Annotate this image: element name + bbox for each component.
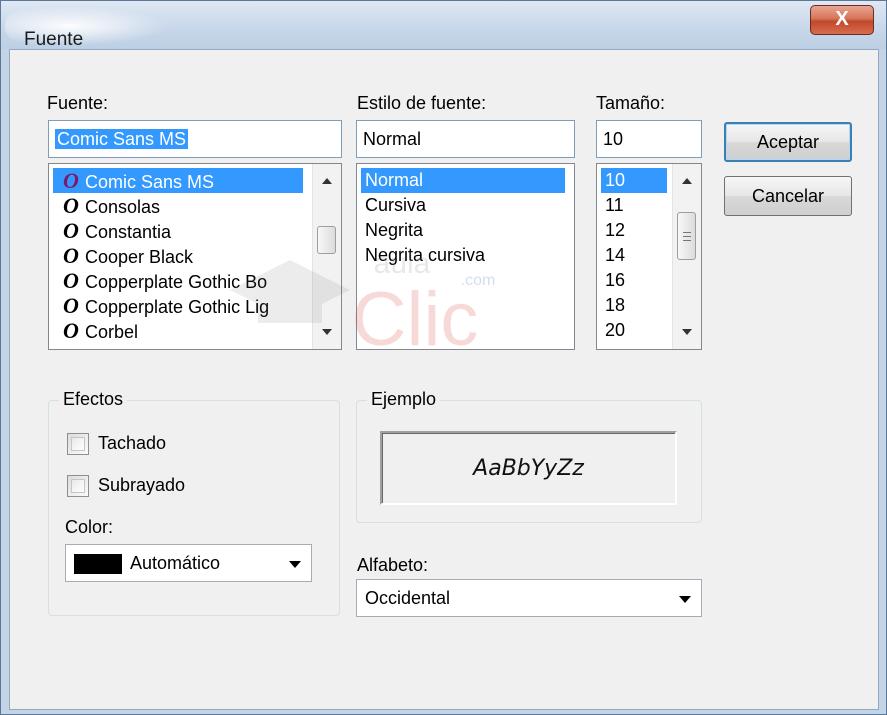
font-list-item[interactable]: O Comic Sans MS: [53, 168, 303, 193]
size-input[interactable]: 10: [596, 120, 702, 158]
dropdown-arrow-icon: [679, 596, 691, 603]
font-list-item[interactable]: O Constantia: [53, 218, 303, 243]
style-input[interactable]: Normal: [356, 120, 575, 158]
dialog-title: Fuente: [24, 29, 84, 50]
size-list-item[interactable]: 12: [601, 218, 667, 243]
size-label: Tamaño:: [596, 93, 666, 113]
color-label: Color:: [65, 517, 114, 537]
opentype-font-icon: O: [63, 243, 79, 268]
font-name-value: Comic Sans MS: [55, 129, 189, 149]
script-label: Alfabeto:: [357, 555, 429, 575]
font-list-item[interactable]: O Copperplate Gothic Bo: [53, 268, 303, 293]
color-select[interactable]: Automático: [65, 544, 312, 582]
font-list-item-label: Consolas: [85, 197, 161, 217]
font-list-item-label: Constantia: [85, 222, 172, 242]
ok-button[interactable]: Aceptar: [724, 122, 852, 162]
script-select[interactable]: Occidental: [356, 579, 702, 617]
effects-legend: Efectos: [59, 389, 128, 410]
size-list-item[interactable]: 20: [601, 318, 667, 343]
font-label: Fuente:: [47, 93, 109, 113]
style-list[interactable]: Normal Cursiva Negrita Negrita cursiva: [356, 163, 575, 350]
font-list-item-label: Copperplate Gothic Bo: [85, 272, 268, 292]
style-list-item[interactable]: Cursiva: [361, 193, 565, 218]
style-list-item[interactable]: Negrita cursiva: [361, 243, 565, 268]
size-list-item[interactable]: 16: [601, 268, 667, 293]
size-list-item[interactable]: 10: [601, 168, 667, 193]
style-list-item[interactable]: Negrita: [361, 218, 565, 243]
font-name-input[interactable]: Comic Sans MS: [48, 120, 342, 158]
title-bar[interactable]: Fuente X: [1, 1, 886, 50]
opentype-font-icon: O: [63, 268, 79, 293]
font-dialog: Fuente X Fuente: Comic Sans MS O Comic Sa…: [0, 0, 887, 715]
strikethrough-label[interactable]: Tachado: [98, 433, 166, 454]
size-list-scrollbar[interactable]: [672, 164, 701, 349]
dropdown-arrow-icon: [289, 561, 301, 568]
thumb-grip: [683, 232, 691, 233]
sample-group: Ejemplo AaBbYyZz: [356, 389, 702, 523]
font-list-item-label: Copperplate Gothic Lig: [85, 297, 270, 317]
style-label: Estilo de fuente:: [357, 93, 487, 113]
font-list-item-label: Cooper Black: [85, 247, 194, 267]
underline-checkbox[interactable]: [67, 475, 89, 497]
thumb-grip: [683, 240, 691, 241]
effects-group: Efectos Tachado Subrayado Color: Automát…: [48, 389, 340, 616]
thumb-grip: [683, 236, 691, 237]
font-list-item-label: Corbel: [85, 322, 139, 342]
size-list[interactable]: 10 11 12 14 16 18 20: [596, 163, 702, 350]
opentype-font-icon: O: [63, 168, 79, 193]
opentype-font-icon: O: [63, 218, 79, 243]
font-list[interactable]: O Comic Sans MS O Consolas O Constantia O Co…: [48, 163, 342, 350]
color-select-value: Automático: [130, 553, 221, 573]
cancel-button[interactable]: Cancelar: [724, 176, 852, 216]
size-list-item[interactable]: 18: [601, 293, 667, 318]
scroll-up-arrow-icon[interactable]: [322, 178, 332, 184]
scroll-up-arrow-icon[interactable]: [682, 178, 692, 184]
size-list-item[interactable]: 14: [601, 243, 667, 268]
font-list-item[interactable]: O Consolas: [53, 193, 303, 218]
font-list-item[interactable]: O Cooper Black: [53, 243, 303, 268]
sample-preview: AaBbYyZz: [380, 431, 677, 505]
color-swatch: [74, 554, 122, 574]
scrollbar-thumb[interactable]: [677, 212, 696, 260]
scroll-down-arrow-icon[interactable]: [322, 329, 332, 335]
strikethrough-checkbox[interactable]: [67, 433, 89, 455]
sample-text: AaBbYyZz: [473, 456, 584, 481]
dialog-content: Fuente: Comic Sans MS O Comic Sans MS O Co…: [9, 49, 879, 710]
opentype-font-icon: O: [63, 193, 79, 218]
opentype-font-icon: O: [63, 318, 79, 343]
font-list-item[interactable]: O Corbel: [53, 318, 303, 343]
scrollbar-thumb[interactable]: [317, 226, 336, 254]
style-list-item[interactable]: Normal: [361, 168, 565, 193]
script-select-value: Occidental: [365, 588, 451, 608]
font-list-item-label: Comic Sans MS: [85, 172, 215, 192]
sample-legend: Ejemplo: [367, 389, 441, 410]
scroll-down-arrow-icon[interactable]: [682, 329, 692, 335]
font-list-item[interactable]: O Copperplate Gothic Lig: [53, 293, 303, 318]
font-list-scrollbar[interactable]: [312, 164, 341, 349]
close-button[interactable]: X: [810, 5, 874, 35]
opentype-font-icon: O: [63, 293, 79, 318]
size-list-item[interactable]: 11: [601, 193, 667, 218]
underline-label[interactable]: Subrayado: [98, 475, 185, 496]
